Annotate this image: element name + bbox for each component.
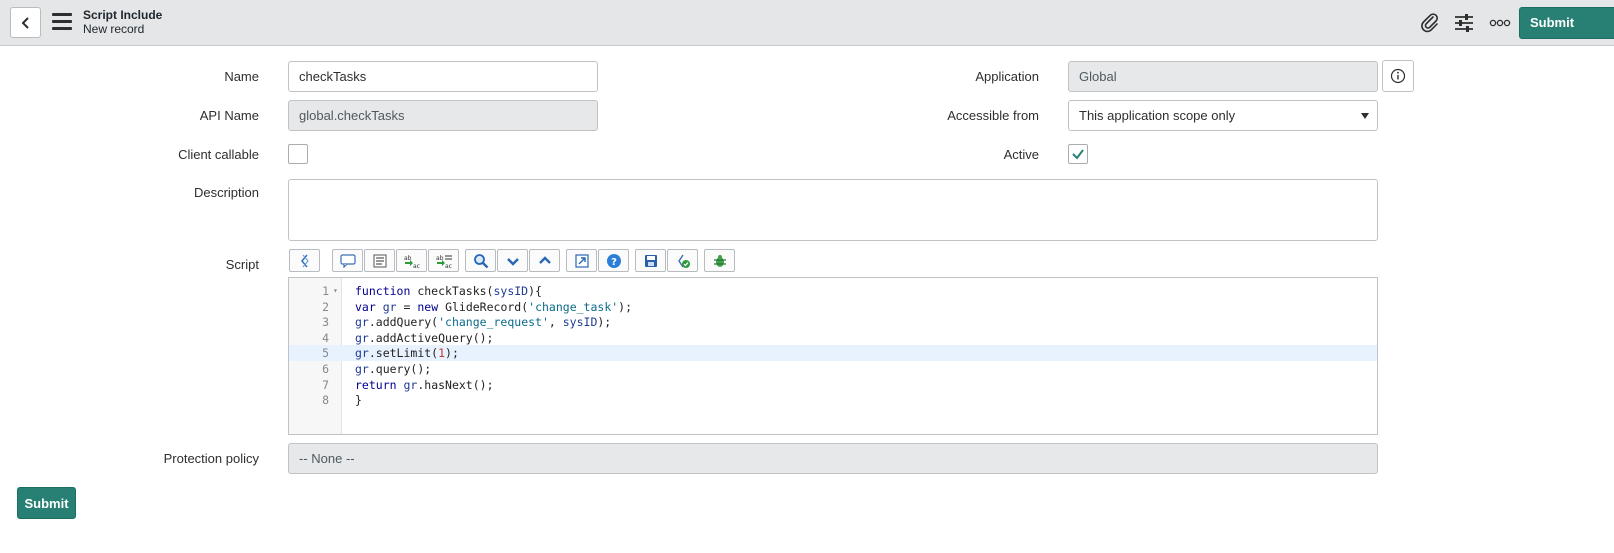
script-debug-icon[interactable] <box>667 249 698 272</box>
form-header: Script Include New record Submit <box>0 0 1614 46</box>
submit-button-header[interactable]: Submit <box>1519 7 1614 39</box>
format-code-icon[interactable] <box>289 249 320 272</box>
code-line[interactable]: 5 gr.setLimit(1); <box>289 345 1377 362</box>
replace-all-icon[interactable]: ab ac <box>428 249 459 272</box>
code-text: } <box>355 393 362 408</box>
active-label: Active <box>1003 147 1039 162</box>
fold-arrow-icon[interactable]: ▾ <box>333 283 338 299</box>
application-field: Global <box>1068 61 1378 92</box>
line-number: 7 <box>322 377 329 392</box>
debugger-icon[interactable] <box>704 249 735 272</box>
code-line[interactable]: 8} <box>289 392 1377 408</box>
help-icon[interactable]: ? <box>598 249 629 272</box>
line-number: 5 <box>322 346 329 361</box>
info-icon <box>1390 68 1406 84</box>
chevron-down-icon[interactable] <box>497 249 528 272</box>
script-label: Script <box>225 257 259 272</box>
description-field[interactable] <box>288 179 1378 241</box>
form-subtitle: New record <box>83 22 145 36</box>
api-name-field: global.checkTasks <box>288 100 598 131</box>
checkmark-icon <box>1072 149 1084 160</box>
code-text: gr.query(); <box>355 362 432 376</box>
application-info-button[interactable] <box>1382 60 1414 92</box>
accessible-from-value: This application scope only <box>1079 108 1236 123</box>
svg-text:ac: ac <box>445 263 452 269</box>
code-text: var gr = new GlideRecord('change_task'); <box>355 299 633 314</box>
search-icon[interactable] <box>465 249 496 272</box>
accessible-from-label: Accessible from <box>947 108 1039 123</box>
line-number: 6 <box>322 362 329 376</box>
script-editor[interactable]: 1 ▾ function checkTasks(sysID){ 2 var gr = n… <box>288 277 1378 435</box>
code-line[interactable]: 1 ▾ function checkTasks(sysID){ <box>289 283 1377 299</box>
client-callable-label: Client callable <box>178 147 259 162</box>
line-number: 3 <box>322 315 329 330</box>
accessible-from-select[interactable]: This application scope only <box>1068 100 1378 131</box>
code-text: function checkTasks(sysID){ <box>355 284 542 298</box>
code-line[interactable]: 2 var gr = new GlideRecord('change_task')… <box>289 299 1377 315</box>
code-text: gr.setLimit(1); <box>355 346 459 361</box>
more-options-icon[interactable] <box>1488 11 1512 35</box>
chevron-up-icon[interactable] <box>529 249 560 272</box>
name-field[interactable]: checkTasks <box>288 61 598 92</box>
replace-icon[interactable]: ab ac <box>396 249 427 272</box>
protection-policy-select[interactable]: -- None -- <box>288 443 1378 474</box>
personalize-form-icon[interactable] <box>1452 11 1476 35</box>
code-line[interactable]: 3 gr.addQuery('change_request', sysID); <box>289 314 1377 330</box>
form-title-block: Script Include New record <box>83 8 162 36</box>
code-text: return gr.hasNext(); <box>355 377 494 392</box>
dropdown-arrow-icon <box>1361 113 1369 119</box>
api-name-label: API Name <box>199 108 259 123</box>
protection-policy-label: Protection policy <box>163 451 259 466</box>
chevron-left-icon <box>21 16 29 29</box>
code-text: gr.addActiveQuery(); <box>355 330 494 345</box>
svg-text:ac: ac <box>413 263 420 269</box>
fullscreen-icon[interactable] <box>566 249 597 272</box>
application-label: Application <box>975 69 1039 84</box>
code-line[interactable]: 4 gr.addActiveQuery(); <box>289 330 1377 346</box>
line-number: 8 <box>322 393 329 408</box>
name-label: Name <box>224 69 259 84</box>
svg-text:?: ? <box>611 257 617 268</box>
paperclip-icon[interactable] <box>1418 11 1442 35</box>
line-number: 4 <box>322 330 329 345</box>
format-text-icon[interactable] <box>364 249 395 272</box>
active-checkbox[interactable] <box>1068 144 1088 164</box>
submit-button[interactable]: Submit <box>17 487 76 519</box>
line-number: 1 <box>322 284 329 298</box>
back-button[interactable] <box>10 7 41 38</box>
code-line[interactable]: 7 return gr.hasNext(); <box>289 377 1377 393</box>
client-callable-checkbox[interactable] <box>288 144 308 164</box>
form-title: Script Include <box>83 8 163 22</box>
line-number: 2 <box>322 299 329 314</box>
code-text: gr.addQuery('change_request', sysID); <box>355 315 612 330</box>
menu-icon[interactable] <box>52 13 72 31</box>
comment-icon[interactable] <box>332 249 363 272</box>
save-icon[interactable] <box>635 249 666 272</box>
code-line[interactable]: 6 gr.query(); <box>289 361 1377 377</box>
description-label: Description <box>193 185 259 200</box>
